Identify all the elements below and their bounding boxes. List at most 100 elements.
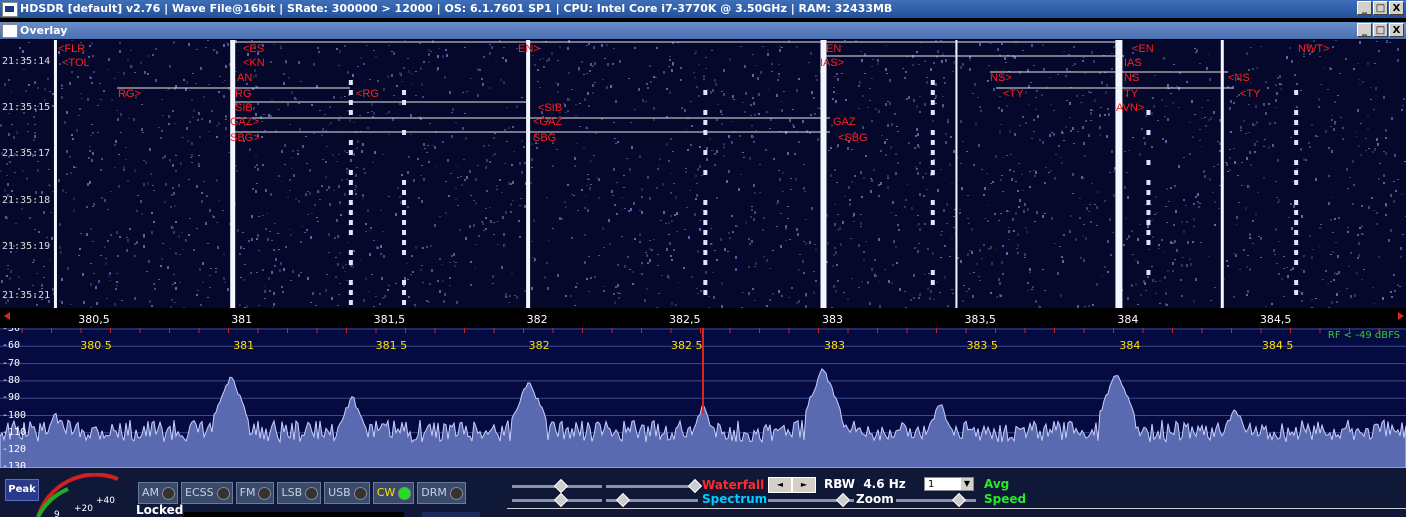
mode-label: FM xyxy=(239,486,256,499)
callsign-label: GAZ> xyxy=(230,116,260,128)
waterfall-brightness-slider[interactable] xyxy=(606,478,703,494)
speed-label: Speed xyxy=(984,492,1027,506)
control-panel: Peak +20 +40 9 Locked AM ECSS FM LSB USB CW DR… xyxy=(0,468,1406,517)
lo-display[interactable] xyxy=(422,512,480,517)
frequency-tick-label: 384,5 xyxy=(1259,313,1292,326)
mode-label: DRM xyxy=(421,486,447,499)
spectrum-label: Spectrum xyxy=(702,492,768,506)
locked-status: Locked xyxy=(136,503,184,517)
callsign-label: IAS xyxy=(1124,57,1142,69)
overlay-minimize-button[interactable]: _ xyxy=(1357,23,1372,37)
mode-label: AM xyxy=(142,486,160,499)
frequency-tick-label: 381 xyxy=(231,313,253,326)
maximize-button[interactable]: □ xyxy=(1373,1,1388,15)
frequency-tick-label: 382 xyxy=(526,313,548,326)
timestamp-label: 21:35:15 xyxy=(2,102,51,113)
callsign-label: <TY xyxy=(1003,88,1024,100)
minimize-button[interactable]: _ xyxy=(1357,1,1372,15)
spectrum-contrast-slider[interactable] xyxy=(512,492,602,508)
callsign-label: EN xyxy=(826,43,842,55)
mode-led-icon xyxy=(258,486,272,500)
scroll-right-icon xyxy=(1398,312,1404,320)
spectrum-canvas[interactable] xyxy=(0,328,1406,468)
spectrum-freq-label: 383 5 xyxy=(966,339,998,352)
mode-label: ECSS xyxy=(185,486,214,499)
mode-button-usb[interactable]: USB xyxy=(324,482,370,504)
overlay-icon xyxy=(2,24,18,38)
callsign-label: GAZ xyxy=(833,116,856,128)
divider xyxy=(507,508,1406,509)
callsign-label: <ES xyxy=(243,43,265,55)
overlay-close-button[interactable]: X xyxy=(1389,23,1404,37)
mode-led-icon xyxy=(353,486,367,500)
timestamp-label: 21:35:18 xyxy=(2,195,51,206)
rbw-increase-button[interactable]: ► xyxy=(792,477,816,493)
callsign-label: <SIB xyxy=(538,102,563,114)
db-scale-label: -110 xyxy=(2,426,27,438)
mode-selector: AM ECSS FM LSB USB CW DRM xyxy=(138,482,466,504)
close-button[interactable]: X xyxy=(1389,1,1404,15)
mode-button-lsb[interactable]: LSB xyxy=(277,482,322,504)
mode-label: CW xyxy=(376,486,396,499)
db-scale-label: -130 xyxy=(2,461,27,468)
spectrum-freq-label: 384 xyxy=(1119,339,1141,352)
db-scale-label: -100 xyxy=(2,409,27,421)
avg-value: 1 xyxy=(928,479,935,490)
speed-slider[interactable] xyxy=(896,492,976,508)
spectrum-display[interactable]: -50 -60 -70 -80 -90 -100 -110 -120 -130 380 5 381… xyxy=(0,328,1406,468)
spectrum-freq-label: 382 xyxy=(528,339,550,352)
window-title: HDSDR [default] v2.76 | Wave File@16bit … xyxy=(20,2,893,15)
zoom-slider[interactable] xyxy=(768,492,854,508)
callsign-label: <GAZ xyxy=(533,116,563,128)
waterfall-display[interactable]: <FLR <TOL <ES <KN AN RG> RG <RG SIB <SIB GAZ> GAZ <G… xyxy=(0,40,1406,308)
callsign-label: <EN xyxy=(1132,43,1154,55)
hdsdr-app-icon xyxy=(2,2,18,17)
waterfall-canvas[interactable] xyxy=(0,40,1406,308)
db-scale-label: -80 xyxy=(2,374,21,386)
db-scale-label: -70 xyxy=(2,357,21,369)
mode-button-drm[interactable]: DRM xyxy=(417,482,466,504)
spectrum-freq-label: 381 5 xyxy=(375,339,408,352)
callsign-label: TY xyxy=(1124,88,1139,100)
callsign-label: NWT> xyxy=(1298,43,1330,55)
spectrum-brightness-slider[interactable] xyxy=(606,492,698,508)
callsign-label: <TOL xyxy=(62,57,90,69)
rbw-decrease-button[interactable]: ◄ xyxy=(768,477,792,493)
mode-button-am[interactable]: AM xyxy=(138,482,179,504)
title-bar: HDSDR [default] v2.76 | Wave File@16bit … xyxy=(0,0,1406,18)
mode-led-icon xyxy=(398,486,412,500)
mode-button-fm[interactable]: FM xyxy=(235,482,275,504)
callsign-label: SBG xyxy=(533,132,557,144)
db-scale-label: -120 xyxy=(2,444,27,456)
callsign-label: RG> xyxy=(118,88,141,100)
mode-led-icon xyxy=(449,486,463,500)
frequency-tick-label: 383,5 xyxy=(964,313,996,326)
rf-level-readout: RF < -49 dBFS xyxy=(1327,330,1400,341)
callsign-label: RG xyxy=(235,88,252,100)
mode-button-cw[interactable]: CW xyxy=(372,482,415,504)
callsign-label: AVN> xyxy=(1116,102,1145,114)
timestamp-label: 21:35:19 xyxy=(2,241,51,252)
db-scale-label: -50 xyxy=(2,328,21,334)
mode-led-icon xyxy=(216,486,230,500)
waterfall-contrast-slider[interactable] xyxy=(512,478,602,494)
spectrum-freq-label: 380 5 xyxy=(80,339,112,352)
scroll-left-icon xyxy=(4,312,10,320)
mode-label: LSB xyxy=(281,486,303,499)
frequency-axis[interactable]: 380,5 381 381,5 382 382,5 383 383,5 384 384,5 xyxy=(0,308,1406,328)
chevron-down-icon: ▼ xyxy=(961,478,973,490)
smeter-gauge: +20 +40 9 xyxy=(36,473,119,517)
mode-led-icon xyxy=(162,486,176,500)
rbw-value: 4.6 Hz xyxy=(863,477,906,491)
frequency-tick-label: 382,5 xyxy=(669,313,701,326)
rbw-label: RBW xyxy=(824,477,855,491)
smeter-label-40: +40 xyxy=(96,496,115,506)
frequency-display[interactable] xyxy=(184,512,404,517)
avg-select[interactable]: 1 ▼ xyxy=(924,477,974,491)
smeter-label-20: +20 xyxy=(74,504,93,514)
mode-button-ecss[interactable]: ECSS xyxy=(181,482,233,504)
timestamp-label: 21:35:21 xyxy=(2,290,51,301)
callsign-label: EN> xyxy=(518,43,540,55)
callsign-label: IAS> xyxy=(820,57,845,69)
overlay-maximize-button[interactable]: □ xyxy=(1373,23,1388,37)
